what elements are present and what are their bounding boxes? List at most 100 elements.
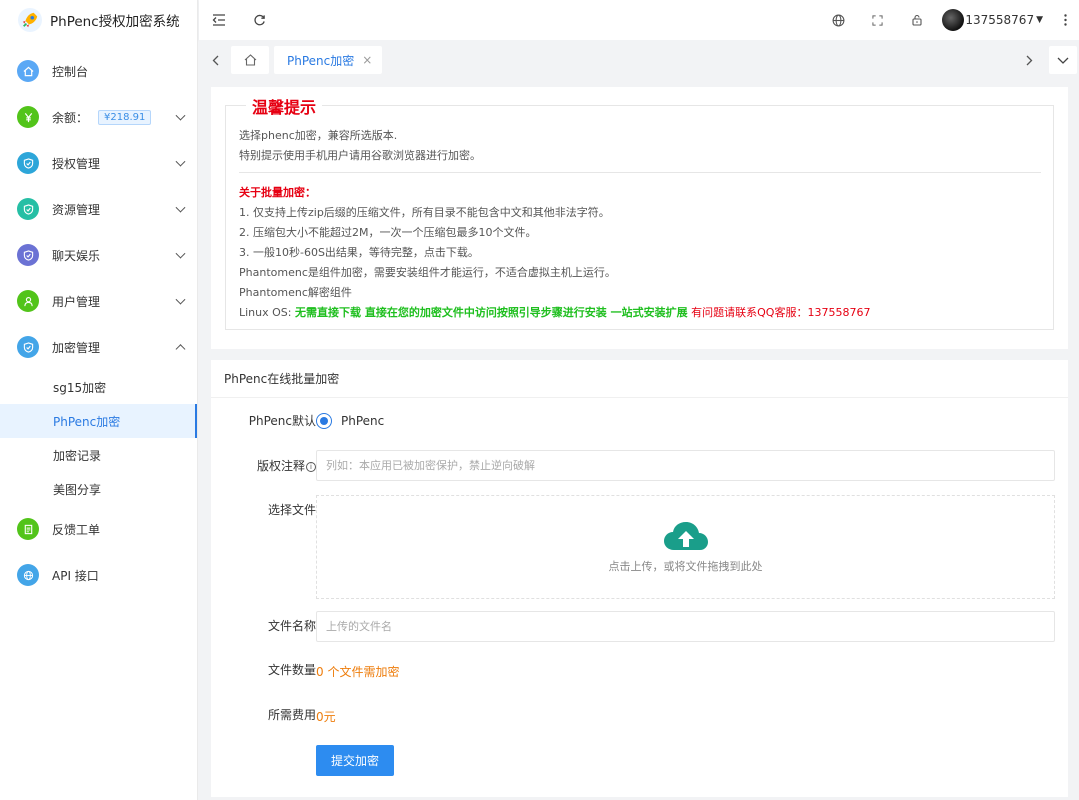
tab-home[interactable] (231, 46, 269, 74)
form-row-file: 选择文件 点击上传，或将文件拖拽到此处 (211, 495, 1068, 599)
upload-dropzone[interactable]: 点击上传，或将文件拖拽到此处 (316, 495, 1055, 599)
sidebar-item-feedback[interactable]: 反馈工单 (0, 506, 197, 552)
balance-badge: ¥218.91 (98, 109, 152, 125)
form-row-default: PhPenc默认 PhPenc (211, 413, 1068, 429)
caret-down-icon: ▼ (1036, 15, 1043, 25)
submit-encrypt-button[interactable]: 提交加密 (316, 745, 394, 776)
refresh-icon[interactable] (239, 0, 279, 40)
count-label: 文件数量 (267, 663, 316, 677)
submenu-item-records[interactable]: 加密记录 (0, 438, 197, 472)
sidebar-item-users[interactable]: 用户管理 (0, 278, 197, 324)
submenu-item-phpenc[interactable]: PhPenc加密 (0, 404, 197, 438)
tab-phpenc[interactable]: PhPenc加密 × (274, 46, 383, 74)
sidebar-item-label: 授权管理 (52, 156, 101, 171)
sidebar-item-label: 资源管理 (52, 202, 101, 217)
copyright-label: 版权注释 (256, 459, 305, 473)
sidebar-item-label: 余额： (52, 110, 89, 125)
more-vertical-icon[interactable] (1051, 0, 1079, 40)
user-menu[interactable]: 137558767 ▼ (942, 9, 1043, 31)
topbar-right: 137558767 ▼ (819, 0, 1079, 40)
notice-line: 特别提示使用手机用户请用谷歌浏览器进行加密。 (239, 149, 481, 162)
form-row-copyright: 版权注释 i (211, 450, 1068, 481)
sidebar-item-label: API 接口 (52, 568, 99, 583)
username: 137558767 (965, 13, 1035, 27)
rocket-icon (18, 8, 42, 32)
sidebar-item-label: 聊天娱乐 (52, 248, 101, 263)
shield-icon (17, 152, 39, 174)
fullscreen-icon[interactable] (858, 0, 897, 40)
tabs-dropdown-icon[interactable] (1049, 46, 1077, 74)
filename-input[interactable] (316, 611, 1055, 642)
copyright-control (316, 450, 1055, 481)
divider (239, 172, 1041, 173)
sidebar-item-license[interactable]: 授权管理 (0, 140, 197, 186)
radio-phpenc[interactable]: PhPenc (316, 413, 1055, 429)
form-header: PhPenc在线批量加密 (211, 360, 1068, 398)
linux-line: Linux OS: 无需直接下载 直接在您的加密文件中访问按照引导步骤进行安装 … (239, 303, 1041, 323)
sidebar-item-label: 控制台 (52, 64, 89, 79)
submenu-item-gallery[interactable]: 美图分享 (0, 472, 197, 506)
shield-icon (17, 244, 39, 266)
sidebar-item-resources[interactable]: 资源管理 (0, 186, 197, 232)
sidebar-item-encryption[interactable]: 加密管理 (0, 324, 197, 370)
copyright-label-wrap: 版权注释 i (211, 459, 316, 473)
globe-icon[interactable] (819, 0, 858, 40)
avatar (942, 9, 965, 31)
brand[interactable]: PhPenc授权加密系统 (0, 0, 197, 40)
notice-rule: 2. 压缩包大小不能超过2M，一次一个压缩包最多10个文件。 (239, 226, 537, 239)
linux-install-text: 无需直接下载 直接在您的加密文件中访问按照引导步骤进行安装 一站式安装扩展 (294, 306, 688, 319)
notice-line: Phantomenc解密组件 (239, 286, 352, 299)
tabs-scroll-right-icon[interactable] (1013, 40, 1045, 80)
close-icon[interactable]: × (362, 53, 372, 67)
sidebar-item-label: 反馈工单 (52, 522, 101, 537)
sidebar-item-console[interactable]: 控制台 (0, 48, 197, 94)
chevron-down-icon (175, 202, 186, 213)
shield-icon (17, 198, 39, 220)
file-label: 选择文件 (267, 503, 316, 517)
cloud-upload-icon (663, 522, 708, 550)
encrypt-form-card: PhPenc在线批量加密 PhPenc默认 PhPenc 版权注释i 选择文件 … (211, 360, 1068, 797)
notice-rule: 3. 一般10秒-60S出结果，等待完整，点击下载。 (239, 246, 479, 259)
linux-contact-text: 有问题请联系QQ客服：137558767 (687, 306, 871, 319)
filename-label: 文件名称 (267, 619, 316, 633)
menu-collapse-icon[interactable] (199, 0, 239, 40)
filename-control (316, 611, 1055, 642)
sidebar-item-label: 加密管理 (52, 340, 101, 355)
chevron-down-icon (175, 248, 186, 259)
form-row-filename: 文件名称 (211, 611, 1068, 642)
lock-icon[interactable] (897, 0, 936, 40)
topbar: 137558767 ▼ (199, 0, 1079, 40)
chevron-down-icon (175, 294, 186, 305)
submit-control: 提交加密 (316, 745, 1055, 776)
sidebar-item-balance[interactable]: 余额： ¥218.91 (0, 94, 197, 140)
linux-prefix: Linux OS: (239, 306, 295, 319)
info-icon[interactable]: i (306, 462, 316, 472)
notice-card: 温馨提示 选择phenc加密，兼容所选版本. 特别提示使用手机用户请用谷歌浏览器… (211, 87, 1068, 349)
sidebar-item-chat[interactable]: 聊天娱乐 (0, 232, 197, 278)
user-icon (17, 290, 39, 312)
form-row-count: 文件数量 0 个文件需加密 (211, 663, 1068, 680)
tabs-scroll-left-icon[interactable] (199, 40, 231, 80)
form-row-fee: 所需费用 0元 (211, 708, 1068, 724)
tabs-bar: PhPenc加密 × (199, 40, 1079, 80)
home-icon (17, 60, 39, 82)
radio-checked-icon (316, 413, 332, 429)
encryption-submenu: sg15加密 PhPenc加密 加密记录 美图分享 (0, 370, 197, 506)
notice-rule: 1. 仅支持上传zip后缀的压缩文件，所有目录不能包含中文和其他非法字符。 (239, 206, 610, 219)
submenu-item-sg15[interactable]: sg15加密 (0, 370, 197, 404)
globe-icon (17, 564, 39, 586)
chevron-up-icon (175, 344, 186, 355)
copyright-input[interactable] (316, 450, 1055, 481)
count-control: 0 个文件需加密 (316, 663, 1055, 680)
shield-icon (17, 336, 39, 358)
default-label: PhPenc默认 (248, 414, 316, 428)
notice-fieldset: 温馨提示 选择phenc加密，兼容所选版本. 特别提示使用手机用户请用谷歌浏览器… (225, 94, 1054, 330)
notice-line: 选择phenc加密，兼容所选版本. (239, 129, 398, 142)
notice-title: 温馨提示 (246, 94, 323, 118)
batch-title: 关于批量加密： (239, 186, 316, 199)
fee-label: 所需费用 (267, 708, 316, 722)
notice-line: Phantomenc是组件加密，需要安装组件才能运行，不适合虚拟主机上运行。 (239, 266, 616, 279)
sidebar-item-api[interactable]: API 接口 (0, 552, 197, 598)
file-count-value: 0 个文件需加密 (316, 665, 400, 679)
doc-icon (17, 518, 39, 540)
